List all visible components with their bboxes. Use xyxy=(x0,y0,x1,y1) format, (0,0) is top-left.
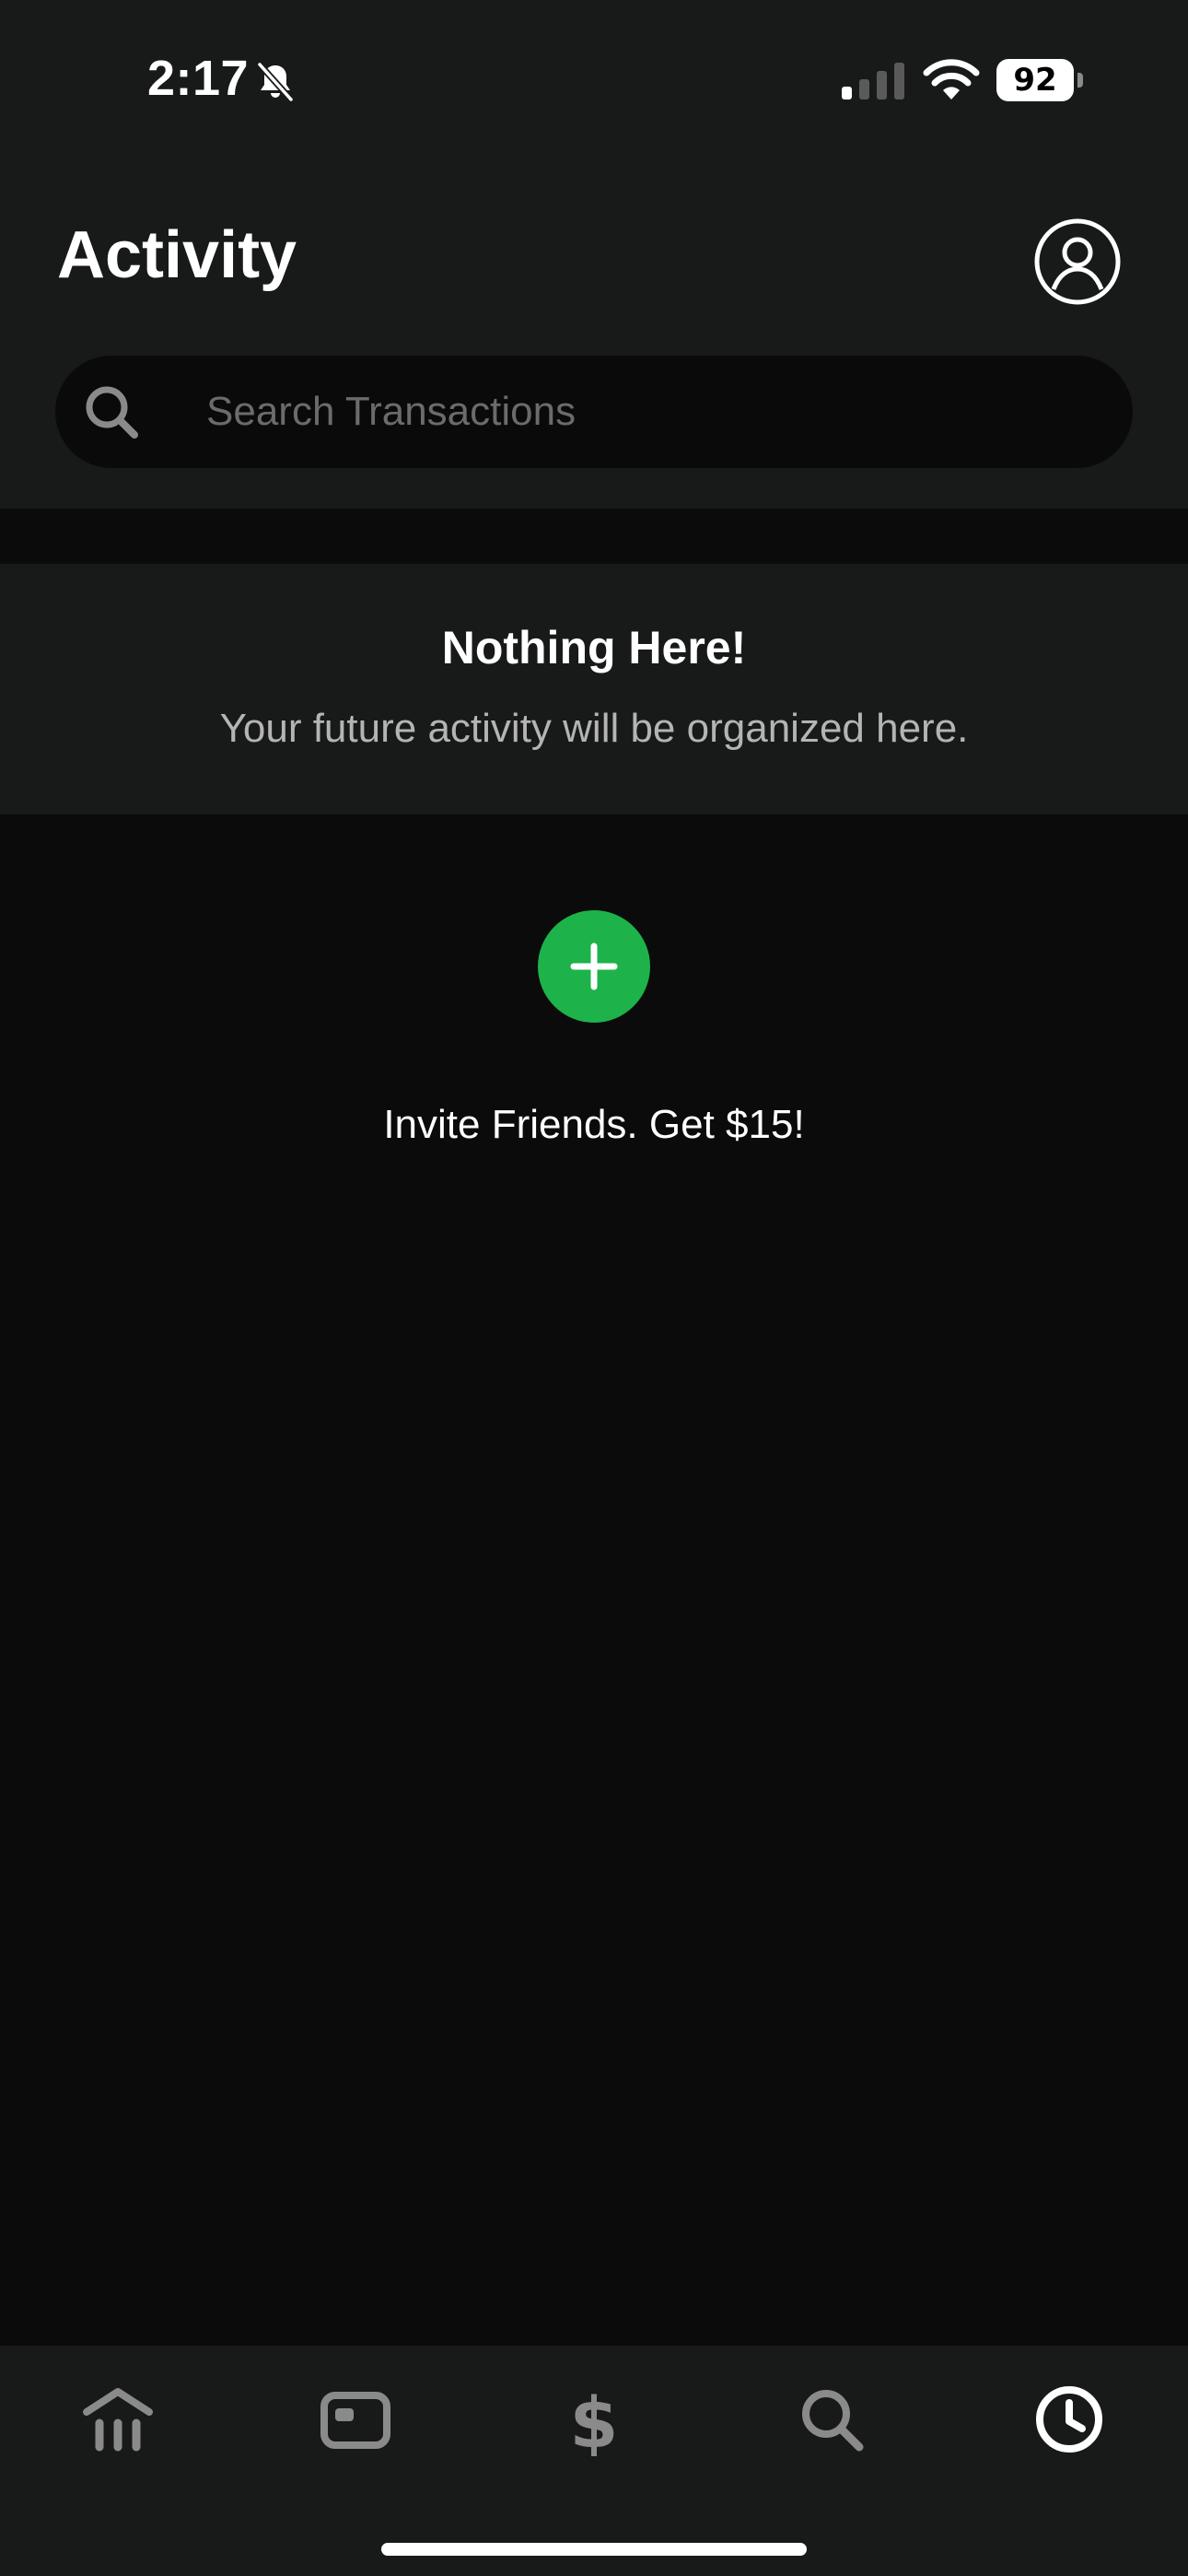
header: 2:17 92 Activity xyxy=(0,0,1188,509)
status-bar: 2:17 92 xyxy=(0,0,1188,157)
battery-level: 92 xyxy=(996,59,1074,101)
page-title: Activity xyxy=(57,218,297,292)
battery-cap xyxy=(1077,73,1083,88)
status-time: 2:17 xyxy=(147,51,250,106)
tab-pay[interactable]: $ xyxy=(539,2364,649,2475)
empty-state-card: Nothing Here! Your future activity will … xyxy=(0,564,1188,814)
card-icon xyxy=(320,2392,390,2449)
signal-icon xyxy=(842,63,904,100)
empty-state-title: Nothing Here! xyxy=(441,622,747,673)
bank-icon xyxy=(83,2388,153,2452)
battery-icon: 92 xyxy=(996,59,1083,101)
search-bar[interactable] xyxy=(55,356,1133,468)
empty-state-subtitle: Your future activity will be organized h… xyxy=(219,706,969,751)
home-indicator[interactable] xyxy=(381,2543,807,2556)
search-input[interactable] xyxy=(206,356,1090,468)
invite-friends-label[interactable]: Invite Friends. Get $15! xyxy=(0,1102,1188,1148)
tab-search[interactable] xyxy=(776,2364,887,2475)
tab-banking[interactable] xyxy=(63,2364,173,2475)
tab-activity[interactable] xyxy=(1014,2364,1124,2475)
invite-friends-button[interactable] xyxy=(538,910,650,1023)
svg-text:$: $ xyxy=(570,2383,619,2456)
plus-icon xyxy=(570,943,618,990)
person-circle-icon[interactable] xyxy=(1033,217,1122,306)
dollar-icon: $ xyxy=(570,2383,619,2456)
clock-icon xyxy=(1036,2386,1102,2453)
search-icon xyxy=(802,2390,864,2452)
tab-bar: $ xyxy=(0,2346,1188,2576)
search-icon xyxy=(86,386,138,439)
tab-card[interactable] xyxy=(300,2364,411,2475)
bell-slash-icon xyxy=(257,62,294,102)
wifi-icon xyxy=(923,59,980,100)
